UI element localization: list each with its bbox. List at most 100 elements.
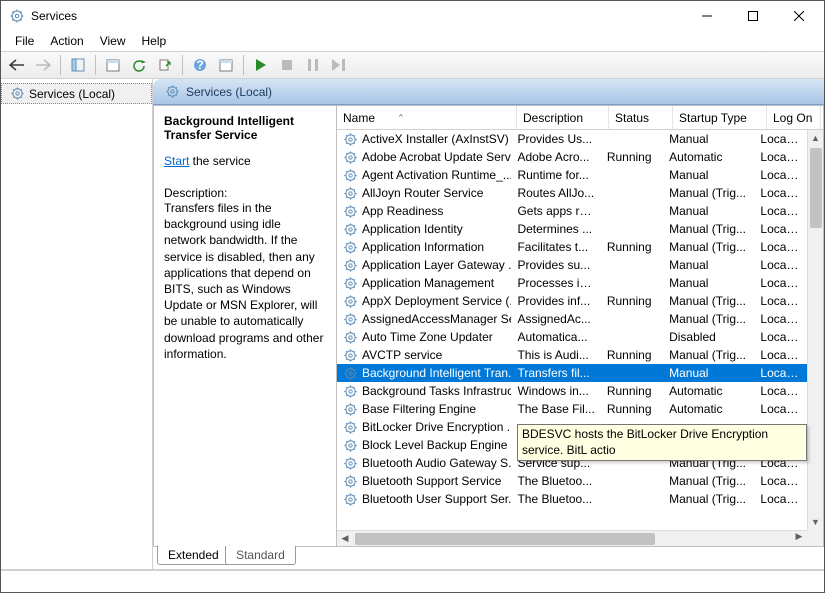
scroll-left-button[interactable]: ◀ bbox=[337, 531, 353, 546]
pause-service-button[interactable] bbox=[301, 54, 325, 76]
forward-button[interactable] bbox=[31, 54, 55, 76]
service-name: AllJoyn Router Service bbox=[362, 186, 483, 200]
table-row[interactable]: Application IdentityDetermines ...Manual… bbox=[337, 220, 807, 238]
close-button[interactable] bbox=[776, 1, 822, 31]
scroll-thumb[interactable] bbox=[810, 148, 822, 228]
menu-bar: File Action View Help bbox=[1, 31, 824, 51]
pane-header: Services (Local) bbox=[153, 79, 824, 105]
service-description: Gets apps re... bbox=[511, 204, 600, 218]
scroll-right-button[interactable]: ▶ bbox=[791, 531, 807, 542]
service-name: Block Level Backup Engine ... bbox=[362, 438, 511, 452]
tab-extended[interactable]: Extended bbox=[157, 545, 230, 565]
col-header-status[interactable]: Status bbox=[609, 106, 673, 129]
service-startup: Manual bbox=[663, 168, 754, 182]
gear-icon bbox=[343, 294, 358, 309]
toolbar: ? bbox=[1, 51, 824, 79]
col-header-logon[interactable]: Log On bbox=[767, 106, 821, 129]
service-description: Adobe Acro... bbox=[511, 150, 600, 164]
table-row[interactable]: AppX Deployment Service (...Provides inf… bbox=[337, 292, 807, 310]
service-name: Application Information bbox=[362, 240, 484, 254]
table-row[interactable]: Agent Activation Runtime_...Runtime for.… bbox=[337, 166, 807, 184]
menu-help[interactable]: Help bbox=[134, 32, 175, 50]
service-name: Bluetooth Support Service bbox=[362, 474, 501, 488]
start-link[interactable]: Start bbox=[164, 154, 189, 168]
service-startup: Manual bbox=[663, 276, 754, 290]
table-row[interactable]: App ReadinessGets apps re...ManualLocal … bbox=[337, 202, 807, 220]
menu-action[interactable]: Action bbox=[42, 32, 91, 50]
back-button[interactable] bbox=[5, 54, 29, 76]
scroll-up-button[interactable]: ▲ bbox=[808, 130, 823, 146]
restart-service-button[interactable] bbox=[327, 54, 351, 76]
tab-standard[interactable]: Standard bbox=[225, 546, 296, 565]
service-startup: Manual (Trig... bbox=[663, 222, 754, 236]
export-button[interactable] bbox=[153, 54, 177, 76]
service-startup: Automatic bbox=[663, 150, 754, 164]
maximize-button[interactable] bbox=[730, 1, 776, 31]
horizontal-scrollbar[interactable]: ◀ ▶ bbox=[337, 530, 807, 546]
table-row[interactable]: Application InformationFacilitates t...R… bbox=[337, 238, 807, 256]
table-row[interactable]: Bluetooth User Support Ser...The Bluetoo… bbox=[337, 490, 807, 508]
service-logon: Local Se bbox=[754, 330, 807, 344]
table-row[interactable]: AVCTP serviceThis is Audi...RunningManua… bbox=[337, 346, 807, 364]
gear-icon bbox=[343, 222, 358, 237]
table-row[interactable]: Application Layer Gateway ...Provides su… bbox=[337, 256, 807, 274]
minimize-button[interactable] bbox=[684, 1, 730, 31]
status-bar bbox=[1, 570, 824, 592]
stop-service-button[interactable] bbox=[275, 54, 299, 76]
table-row[interactable]: BitLocker Drive Encryption ... bbox=[337, 418, 807, 436]
service-logon: Local Sy bbox=[754, 204, 807, 218]
service-description: Service sup... bbox=[511, 456, 600, 470]
service-name: Background Intelligent Tran... bbox=[362, 366, 511, 380]
help-button[interactable]: ? bbox=[188, 54, 212, 76]
service-name: Bluetooth User Support Ser... bbox=[362, 492, 511, 506]
window-title: Services bbox=[31, 9, 684, 23]
table-row[interactable]: AssignedAccessManager Se...AssignedAc...… bbox=[337, 310, 807, 328]
refresh-button[interactable] bbox=[127, 54, 151, 76]
service-logon: Local Se bbox=[754, 186, 807, 200]
show-hide-tree-button[interactable] bbox=[66, 54, 90, 76]
table-row[interactable]: Application Management Processes in... Man… bbox=[337, 274, 807, 292]
scroll-down-button[interactable]: ▼ bbox=[808, 514, 823, 530]
col-header-description[interactable]: Description bbox=[517, 106, 609, 129]
service-status: Running bbox=[601, 384, 663, 398]
service-description: Provides su... bbox=[511, 258, 600, 272]
service-startup: Manual bbox=[663, 366, 754, 380]
col-header-name[interactable]: Name^ bbox=[337, 106, 517, 129]
vertical-scrollbar[interactable]: ▲ ▼ bbox=[807, 130, 823, 530]
tree-item-services-local[interactable]: Services (Local) bbox=[1, 83, 152, 104]
about-button[interactable] bbox=[214, 54, 238, 76]
menu-view[interactable]: View bbox=[92, 32, 134, 50]
table-row[interactable]: Block Level Backup Engine ... bbox=[337, 436, 807, 454]
menu-file[interactable]: File bbox=[7, 32, 42, 50]
detail-pane: Background Intelligent Transfer Service … bbox=[154, 106, 337, 546]
service-logon: Local Sy bbox=[754, 384, 807, 398]
gear-icon bbox=[343, 240, 358, 255]
service-description: AssignedAc... bbox=[511, 312, 600, 326]
service-name: AppX Deployment Service (... bbox=[362, 294, 511, 308]
pane-header-title: Services (Local) bbox=[186, 85, 272, 99]
service-description: The Bluetoo... bbox=[511, 492, 600, 506]
service-logon: Local Se bbox=[754, 456, 807, 470]
service-startup: Disabled bbox=[663, 330, 754, 344]
service-description: The Base Fil... bbox=[511, 402, 600, 416]
app-icon bbox=[9, 8, 25, 24]
service-description: Processes in... bbox=[511, 276, 600, 290]
table-row[interactable]: AllJoyn Router ServiceRoutes AllJo...Man… bbox=[337, 184, 807, 202]
properties-button[interactable] bbox=[101, 54, 125, 76]
table-row[interactable]: Background Tasks Infrastruc...Windows in… bbox=[337, 382, 807, 400]
table-row[interactable]: Bluetooth Support ServiceThe Bluetoo...M… bbox=[337, 472, 807, 490]
table-row[interactable]: ActiveX Installer (AxInstSV)Provides Us.… bbox=[337, 130, 807, 148]
table-row[interactable]: Adobe Acrobat Update Serv...Adobe Acro..… bbox=[337, 148, 807, 166]
service-description: Windows in... bbox=[511, 384, 600, 398]
scroll-thumb[interactable] bbox=[355, 533, 655, 545]
table-row[interactable]: Auto Time Zone UpdaterAutomatica...Disab… bbox=[337, 328, 807, 346]
gear-icon bbox=[343, 186, 358, 201]
table-row[interactable]: Bluetooth Audio Gateway S...Service sup.… bbox=[337, 454, 807, 472]
gear-icon bbox=[343, 312, 358, 327]
start-service-button[interactable] bbox=[249, 54, 273, 76]
gear-icon bbox=[343, 258, 358, 273]
table-row[interactable]: Background Intelligent Tran...Transfers … bbox=[337, 364, 807, 382]
table-row[interactable]: Base Filtering EngineThe Base Fil...Runn… bbox=[337, 400, 807, 418]
col-header-startup[interactable]: Startup Type bbox=[673, 106, 767, 129]
service-name: Application Management bbox=[362, 276, 494, 290]
